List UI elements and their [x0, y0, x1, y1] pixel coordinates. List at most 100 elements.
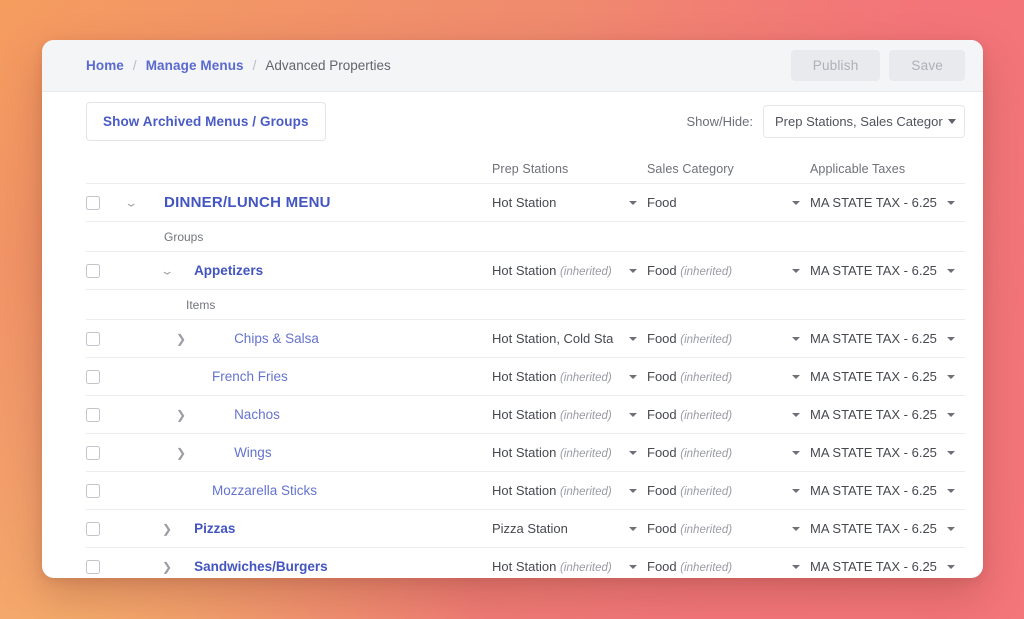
row-checkbox[interactable] [86, 407, 100, 422]
table-row[interactable]: ⌄ Appetizers Hot Station (inherited) Foo… [86, 252, 965, 290]
chevron-right-icon[interactable]: ❯ [176, 333, 186, 345]
row-name-link[interactable]: Wings [234, 445, 272, 460]
breadcrumb-manage-menus[interactable]: Manage Menus [146, 58, 244, 73]
chevron-right-icon[interactable]: ❯ [176, 409, 186, 421]
inherited-tag: (inherited) [559, 486, 612, 498]
prep-station-select[interactable]: Hot Station (inherited) [492, 369, 647, 384]
table-row[interactable]: ❯ Pizzas Pizza Station Food (inherited) [86, 510, 965, 548]
prep-station-select[interactable]: Hot Station (inherited) [492, 483, 647, 498]
row-select-cell [86, 483, 126, 498]
prep-station-select[interactable]: Pizza Station [492, 521, 647, 536]
save-button[interactable]: Save [889, 50, 965, 81]
applicable-taxes-select[interactable]: MA STATE TAX - 6.25 [810, 263, 965, 278]
table-row[interactable]: French Fries Hot Station (inherited) Foo… [86, 358, 965, 396]
sales-category-select[interactable]: Food (inherited) [647, 331, 810, 346]
row-sales-cell: Food (inherited) [647, 407, 810, 422]
table-row[interactable]: ⌄ DINNER/LUNCH MENU Hot Station Food MA [86, 184, 965, 222]
row-sales-cell: Food (inherited) [647, 483, 810, 498]
sales-category-select[interactable]: Food (inherited) [647, 263, 810, 278]
row-tax-cell: MA STATE TAX - 6.25 [810, 195, 965, 210]
sales-category-select[interactable]: Food [647, 195, 810, 210]
prep-station-select[interactable]: Hot Station [492, 195, 647, 210]
row-checkbox[interactable] [86, 559, 100, 574]
applicable-taxes-select[interactable]: MA STATE TAX - 6.25 [810, 331, 965, 346]
chevron-right-icon[interactable]: ❯ [176, 447, 186, 459]
inherited-tag: (inherited) [680, 266, 733, 278]
sales-category-value: Food (inherited) [647, 521, 732, 536]
table-row[interactable]: ❯ Chips & Salsa Hot Station, Cold Sta Fo… [86, 320, 965, 358]
row-name-link[interactable]: Chips & Salsa [234, 331, 319, 346]
row-name-link[interactable]: Appetizers [194, 263, 263, 278]
show-hide-select[interactable]: Prep Stations, Sales Categor [763, 104, 965, 138]
prep-station-value: Hot Station (inherited) [492, 445, 625, 460]
row-name-link[interactable]: Sandwiches/Burgers [194, 559, 328, 574]
sales-category-select[interactable]: Food (inherited) [647, 445, 810, 460]
table-row[interactable]: Mozzarella Sticks Hot Station (inherited… [86, 472, 965, 510]
chevron-down-icon [947, 336, 955, 341]
section-row-groups: Groups [86, 222, 965, 252]
sales-category-select[interactable]: Food (inherited) [647, 407, 810, 422]
publish-button[interactable]: Publish [790, 50, 881, 81]
chevron-down-icon [947, 200, 955, 205]
prep-station-select[interactable]: Hot Station (inherited) [492, 559, 647, 574]
chevron-down-icon [947, 374, 955, 379]
prep-station-select[interactable]: Hot Station (inherited) [492, 445, 647, 460]
row-checkbox[interactable] [86, 445, 100, 460]
row-twisty-cell: ❯ [126, 333, 186, 345]
row-name-link[interactable]: French Fries [212, 369, 288, 384]
chevron-down-icon[interactable]: ⌄ [124, 197, 138, 208]
table-row[interactable]: ❯ Nachos Hot Station (inherited) Food (i… [86, 396, 965, 434]
chevron-down-icon[interactable]: ⌄ [160, 265, 174, 276]
prep-station-select[interactable]: Hot Station, Cold Sta [492, 331, 647, 346]
row-checkbox[interactable] [86, 263, 100, 278]
applicable-taxes-select[interactable]: MA STATE TAX - 6.25 [810, 195, 965, 210]
chevron-right-icon[interactable]: ❯ [162, 561, 172, 573]
row-name-link[interactable]: Pizzas [194, 521, 235, 536]
applicable-taxes-select[interactable]: MA STATE TAX - 6.25 [810, 445, 965, 460]
row-checkbox[interactable] [86, 195, 100, 210]
row-checkbox[interactable] [86, 521, 100, 536]
row-name-cell: Chips & Salsa [186, 331, 492, 346]
prep-station-text: Hot Station [492, 263, 557, 278]
row-checkbox[interactable] [86, 483, 100, 498]
inherited-tag: (inherited) [559, 410, 612, 422]
table-row[interactable]: ❯ Wings Hot Station (inherited) Food (in… [86, 434, 965, 472]
inherited-tag: (inherited) [559, 372, 612, 384]
chevron-down-icon [792, 200, 800, 205]
show-archived-menus-groups-button[interactable]: Show Archived Menus / Groups [86, 101, 326, 141]
chevron-down-icon [629, 488, 637, 493]
row-name-link[interactable]: Mozzarella Sticks [212, 483, 317, 498]
row-tax-cell: MA STATE TAX - 6.25 [810, 521, 965, 536]
applicable-taxes-select[interactable]: MA STATE TAX - 6.25 [810, 369, 965, 384]
row-select-cell [86, 369, 126, 384]
sales-category-select[interactable]: Food (inherited) [647, 559, 810, 574]
applicable-taxes-select[interactable]: MA STATE TAX - 6.25 [810, 407, 965, 422]
sub-toolbar: Show Archived Menus / Groups Show/Hide: … [42, 92, 983, 150]
row-twisty-cell: ⌄ [126, 265, 174, 277]
sales-category-select[interactable]: Food (inherited) [647, 369, 810, 384]
applicable-taxes-select[interactable]: MA STATE TAX - 6.25 [810, 521, 965, 536]
chevron-down-icon [629, 412, 637, 417]
sales-category-value: Food (inherited) [647, 263, 732, 278]
row-checkbox[interactable] [86, 369, 100, 384]
row-prep-cell: Hot Station (inherited) [492, 445, 647, 460]
row-tax-cell: MA STATE TAX - 6.25 [810, 263, 965, 278]
applicable-taxes-select[interactable]: MA STATE TAX - 6.25 [810, 559, 965, 574]
applicable-taxes-value: MA STATE TAX - 6.25 [810, 263, 937, 278]
sales-category-select[interactable]: Food (inherited) [647, 483, 810, 498]
row-select-cell [86, 445, 126, 460]
row-checkbox[interactable] [86, 331, 100, 346]
chevron-down-icon [629, 526, 637, 531]
row-name-link[interactable]: Nachos [234, 407, 280, 422]
breadcrumb-home[interactable]: Home [86, 58, 124, 73]
prep-station-select[interactable]: Hot Station (inherited) [492, 263, 647, 278]
chevron-down-icon [792, 450, 800, 455]
chevron-down-icon [792, 268, 800, 273]
sales-category-select[interactable]: Food (inherited) [647, 521, 810, 536]
table-row[interactable]: ❯ Sandwiches/Burgers Hot Station (inheri… [86, 548, 965, 578]
prep-station-select[interactable]: Hot Station (inherited) [492, 407, 647, 422]
row-prep-cell: Hot Station (inherited) [492, 407, 647, 422]
chevron-right-icon[interactable]: ❯ [162, 523, 172, 535]
applicable-taxes-select[interactable]: MA STATE TAX - 6.25 [810, 483, 965, 498]
row-name-link[interactable]: DINNER/LUNCH MENU [164, 194, 331, 211]
